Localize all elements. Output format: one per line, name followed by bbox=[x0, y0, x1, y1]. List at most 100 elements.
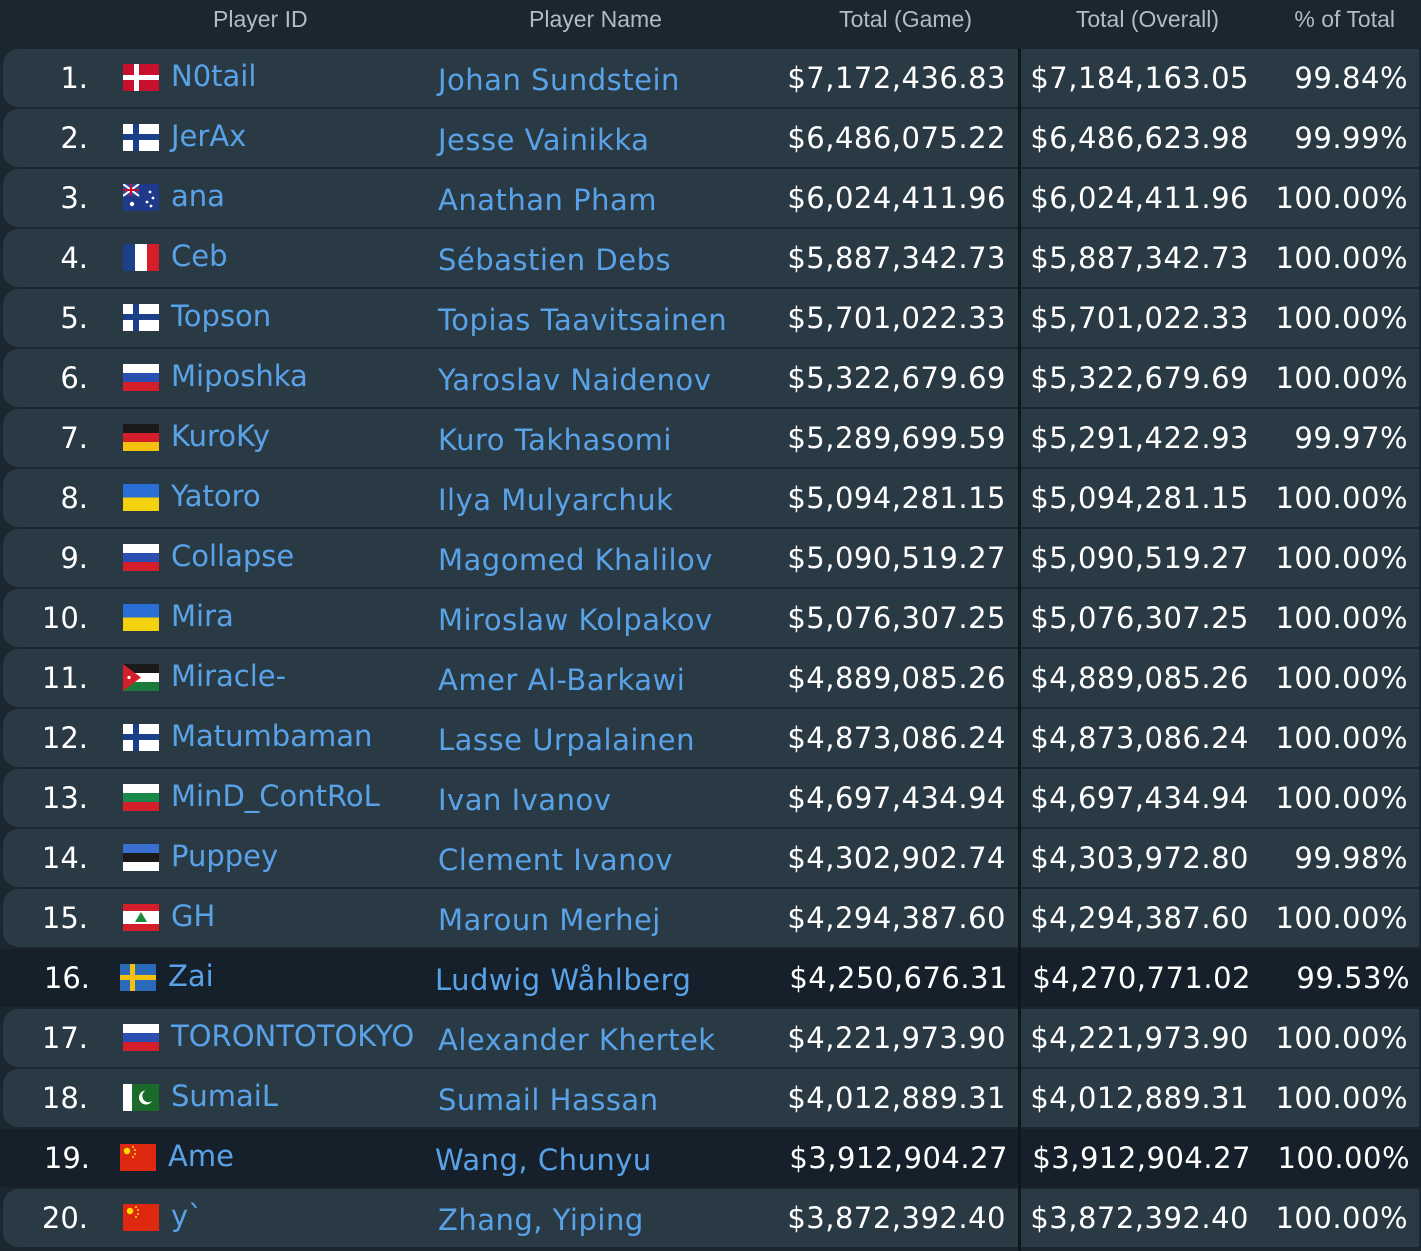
player-name-link[interactable]: Ilya Mulyarchuk bbox=[438, 483, 673, 517]
total-overall-value: $4,294,387.60 bbox=[1030, 901, 1249, 935]
ukraine-flag-icon bbox=[123, 604, 159, 631]
player-id-link[interactable]: N0tail bbox=[171, 59, 256, 93]
finland-flag-icon bbox=[123, 304, 159, 331]
australia-flag-icon bbox=[123, 184, 159, 211]
total-game-value: $5,701,022.33 bbox=[787, 301, 1006, 335]
player-id-link[interactable]: SumaiL bbox=[171, 1079, 278, 1113]
total-overall-value: $4,270,771.02 bbox=[1032, 961, 1251, 995]
player-id-link[interactable]: Matumbaman bbox=[171, 719, 372, 753]
lebanon-flag-icon bbox=[123, 904, 159, 931]
table-row: 10. Mira Miroslaw Kolpakov $5,076,307.25… bbox=[3, 589, 1419, 649]
total-game-value: $4,697,434.94 bbox=[787, 781, 1006, 815]
total-overall-value: $5,090,519.27 bbox=[1030, 541, 1249, 575]
player-name-link[interactable]: Kuro Takhasomi bbox=[438, 423, 672, 457]
total-overall-value: $3,872,392.40 bbox=[1030, 1201, 1249, 1235]
player-name-link[interactable]: Alexander Khertek bbox=[438, 1023, 716, 1057]
player-id-link[interactable]: Ceb bbox=[171, 239, 228, 273]
table-row: 3. ana Anathan Pham $6,024,411.96 $6,024… bbox=[3, 169, 1419, 229]
table-row: 7. KuroKy Kuro Takhasomi $5,289,699.59 $… bbox=[3, 409, 1419, 469]
player-id-link[interactable]: GH bbox=[171, 899, 215, 933]
rank-number: 6. bbox=[60, 361, 88, 395]
total-overall-value: $5,322,679.69 bbox=[1030, 361, 1249, 395]
rank-number: 9. bbox=[60, 541, 88, 575]
player-name-link[interactable]: Wang, Chunyu bbox=[435, 1143, 652, 1177]
total-overall-value: $5,291,422.93 bbox=[1030, 421, 1249, 455]
column-header-player-id[interactable]: Player ID bbox=[213, 6, 308, 33]
total-game-value: $3,912,904.27 bbox=[789, 1141, 1008, 1175]
column-header-total-game[interactable]: Total (Game) bbox=[839, 6, 972, 33]
earnings-table-body: 1. N0tail Johan Sundstein $7,172,436.83 … bbox=[0, 49, 1421, 1249]
player-id-link[interactable]: MinD_ContRoL bbox=[171, 779, 380, 813]
player-id-link[interactable]: TORONTOTOKYO bbox=[171, 1019, 414, 1053]
player-name-link[interactable]: Yaroslav Naidenov bbox=[438, 363, 711, 397]
player-id-link[interactable]: KuroKy bbox=[171, 419, 270, 453]
player-name-link[interactable]: Sumail Hassan bbox=[438, 1083, 659, 1117]
player-name-link[interactable]: Sébastien Debs bbox=[438, 243, 671, 277]
player-name-link[interactable]: Ivan Ivanov bbox=[438, 783, 611, 817]
total-game-value: $5,094,281.15 bbox=[787, 481, 1006, 515]
total-overall-value: $4,697,434.94 bbox=[1030, 781, 1249, 815]
player-id-link[interactable]: Puppey bbox=[171, 839, 278, 873]
pct-total-value: 100.00% bbox=[1275, 481, 1408, 515]
player-id-link[interactable]: Collapse bbox=[171, 539, 294, 573]
rank-number: 14. bbox=[41, 841, 88, 875]
rank-number: 2. bbox=[60, 121, 88, 155]
column-header-total-overall[interactable]: Total (Overall) bbox=[1076, 6, 1219, 33]
pct-total-value: 100.00% bbox=[1275, 181, 1408, 215]
total-overall-value: $5,701,022.33 bbox=[1030, 301, 1249, 335]
player-id-link[interactable]: Miracle- bbox=[171, 659, 286, 693]
player-name-link[interactable]: Topias Taavitsainen bbox=[438, 303, 727, 337]
pct-total-value: 100.00% bbox=[1275, 781, 1408, 815]
total-game-value: $6,486,075.22 bbox=[787, 121, 1006, 155]
table-row: 4. Ceb Sébastien Debs $5,887,342.73 $5,8… bbox=[3, 229, 1419, 289]
player-id-link[interactable]: Miposhka bbox=[171, 359, 308, 393]
player-name-link[interactable]: Clement Ivanov bbox=[438, 843, 673, 877]
table-row: 8. Yatoro Ilya Mulyarchuk $5,094,281.15 … bbox=[3, 469, 1419, 529]
rank-number: 7. bbox=[60, 421, 88, 455]
player-name-link[interactable]: Magomed Khalilov bbox=[438, 543, 713, 577]
total-overall-value: $4,303,972.80 bbox=[1030, 841, 1249, 875]
player-id-link[interactable]: Zai bbox=[168, 959, 214, 993]
table-row: 11. Miracle- Amer Al-Barkawi $4,889,085.… bbox=[3, 649, 1419, 709]
column-header-pct-total[interactable]: % of Total bbox=[1294, 6, 1395, 33]
pct-total-value: 100.00% bbox=[1277, 1141, 1410, 1175]
pct-total-value: 100.00% bbox=[1275, 901, 1408, 935]
player-name-link[interactable]: Lasse Urpalainen bbox=[438, 723, 695, 757]
player-id-link[interactable]: y` bbox=[171, 1199, 203, 1233]
player-name-link[interactable]: Zhang, Yiping bbox=[438, 1203, 644, 1237]
player-id-link[interactable]: Ame bbox=[168, 1139, 234, 1173]
player-id-link[interactable]: JerAx bbox=[171, 119, 246, 153]
total-overall-value: $4,012,889.31 bbox=[1030, 1081, 1249, 1115]
player-id-link[interactable]: Topson bbox=[171, 299, 271, 333]
player-id-link[interactable]: Mira bbox=[171, 599, 234, 633]
rank-number: 12. bbox=[41, 721, 88, 755]
table-row: 1. N0tail Johan Sundstein $7,172,436.83 … bbox=[3, 49, 1419, 109]
rank-number: 16. bbox=[43, 961, 90, 995]
total-overall-value: $5,094,281.15 bbox=[1030, 481, 1249, 515]
rank-number: 4. bbox=[60, 241, 88, 275]
rank-number: 10. bbox=[41, 601, 88, 635]
finland-flag-icon bbox=[123, 724, 159, 751]
total-game-value: $5,289,699.59 bbox=[787, 421, 1006, 455]
player-name-link[interactable]: Ludwig Wåhlberg bbox=[435, 963, 691, 997]
player-name-link[interactable]: Miroslaw Kolpakov bbox=[438, 603, 713, 637]
column-header-player-name[interactable]: Player Name bbox=[529, 6, 662, 33]
total-game-value: $6,024,411.96 bbox=[787, 181, 1006, 215]
player-name-link[interactable]: Johan Sundstein bbox=[438, 63, 680, 97]
player-id-link[interactable]: Yatoro bbox=[171, 479, 261, 513]
pct-total-value: 99.84% bbox=[1294, 61, 1408, 95]
total-overall-value: $4,873,086.24 bbox=[1030, 721, 1249, 755]
total-game-value: $4,302,902.74 bbox=[787, 841, 1006, 875]
player-id-link[interactable]: ana bbox=[171, 179, 225, 213]
total-overall-value: $6,486,623.98 bbox=[1030, 121, 1249, 155]
player-name-link[interactable]: Maroun Merhej bbox=[438, 903, 661, 937]
total-overall-value: $4,889,085.26 bbox=[1030, 661, 1249, 695]
total-game-value: $5,076,307.25 bbox=[787, 601, 1006, 635]
player-name-link[interactable]: Amer Al-Barkawi bbox=[438, 663, 685, 697]
column-divider bbox=[1018, 49, 1021, 1251]
rank-number: 3. bbox=[60, 181, 88, 215]
player-name-link[interactable]: Jesse Vainikka bbox=[438, 123, 649, 157]
player-name-link[interactable]: Anathan Pham bbox=[438, 183, 657, 217]
total-game-value: $5,090,519.27 bbox=[787, 541, 1006, 575]
pct-total-value: 99.53% bbox=[1296, 961, 1410, 995]
